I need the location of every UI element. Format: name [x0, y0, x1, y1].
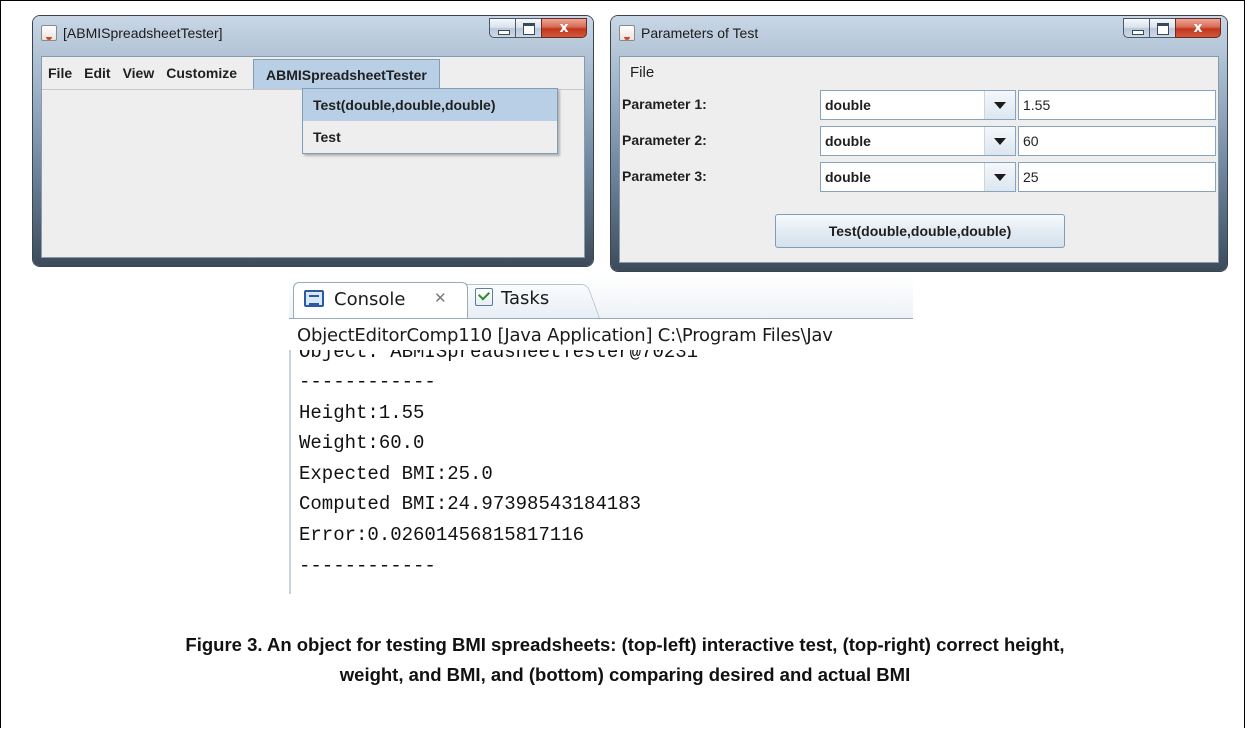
caption-line: weight, and BMI, and (bottom) comparing … [339, 664, 911, 685]
title-bar[interactable]: [ABMISpreadsheetTester] x [33, 16, 593, 50]
type-value: double [825, 133, 871, 149]
window-controls: x [1123, 18, 1221, 38]
dropdown-arrow-icon[interactable] [984, 127, 1015, 155]
maximize-button[interactable] [1149, 18, 1175, 38]
console-view: Tasks Console ✕ ObjectEditorComp110 [Jav… [289, 276, 913, 594]
tab-console-label: Console [334, 289, 406, 310]
close-button[interactable]: x [1175, 18, 1221, 38]
dropdown-arrow-icon[interactable] [984, 163, 1015, 191]
tab-tasks-label[interactable]: Tasks [501, 288, 549, 309]
console-line: Height:1.55 [299, 401, 425, 424]
maximize-button[interactable] [515, 18, 541, 38]
console-line: ------------ [299, 371, 436, 393]
parameter-label: Parameter 2: [622, 132, 707, 148]
java-icon [619, 25, 635, 41]
tab-bar: Tasks Console ✕ [289, 276, 913, 319]
menu-dropdown: Test(double,double,double) Test [302, 88, 558, 154]
close-icon: x [1193, 20, 1203, 36]
parameter-row: Parameter 2: double 60 [620, 125, 1218, 156]
menu-customize[interactable]: Customize [160, 57, 243, 89]
console-line: Expected BMI:25.0 [299, 462, 493, 485]
window-title: Parameters of Test [641, 25, 759, 41]
console-line: Computed BMI:24.97398543184183 [299, 493, 642, 516]
launch-description: ObjectEditorComp110 [Java Application] C… [297, 325, 833, 346]
java-icon [41, 25, 57, 41]
window-title: [ABMISpreadsheetTester] [63, 25, 223, 41]
parameter-input[interactable]: 60 [1018, 126, 1216, 156]
menu-view[interactable]: View [117, 57, 161, 89]
parameter-label: Parameter 3: [622, 168, 707, 184]
caption-line: Figure 3. An object for testing BMI spre… [185, 634, 1065, 655]
parameter-label: Parameter 1: [622, 96, 707, 112]
tester-window: [ABMISpreadsheetTester] x File Edit View… [33, 16, 593, 266]
parameter-input[interactable]: 25 [1018, 162, 1216, 192]
type-value: double [825, 169, 871, 185]
close-icon: x [559, 20, 569, 36]
console-output: Object: ABMISpreadsheetTester@70231 ----… [289, 350, 913, 594]
close-button[interactable]: x [541, 18, 587, 38]
type-value: double [825, 97, 871, 113]
console-line: Object: ABMISpreadsheetTester@70231 [299, 350, 699, 363]
figure-caption: Figure 3. An object for testing BMI spre… [30, 630, 1220, 690]
menu-item-test[interactable]: Test [303, 121, 557, 153]
close-icon[interactable]: ✕ [434, 289, 447, 307]
tab-console[interactable]: Console ✕ [293, 282, 468, 318]
type-select[interactable]: double [820, 90, 1016, 120]
menu-file[interactable]: File [620, 57, 1218, 89]
menu-bar: File [620, 57, 1218, 87]
console-line: ------------ [299, 554, 436, 577]
parameters-window: Parameters of Test x File Parameter 1: d… [611, 16, 1227, 271]
menu-abmi-spreadsheet-tester[interactable]: ABMISpreadsheetTester [253, 59, 440, 89]
dropdown-arrow-icon[interactable] [984, 91, 1015, 119]
window-client: File Edit View Customize ABMISpreadsheet… [41, 56, 585, 258]
type-select[interactable]: double [820, 162, 1016, 192]
window-client: File Parameter 1: double 1.55 Parameter … [619, 56, 1219, 263]
parameter-row: Parameter 1: double 1.55 [620, 89, 1218, 120]
menu-item-test-double[interactable]: Test(double,double,double) [303, 89, 557, 121]
parameter-row: Parameter 3: double 25 [620, 161, 1218, 192]
minimize-button[interactable] [489, 18, 515, 38]
menu-file[interactable]: File [42, 57, 78, 89]
parameter-input[interactable]: 1.55 [1018, 90, 1216, 120]
title-bar[interactable]: Parameters of Test x [611, 16, 1227, 50]
tasks-icon [475, 288, 493, 306]
console-line: Weight:60.0 [299, 432, 425, 455]
console-icon [304, 290, 324, 307]
menu-bar: File Edit View Customize ABMISpreadsheet… [42, 57, 584, 90]
test-button[interactable]: Test(double,double,double) [775, 214, 1065, 248]
menu-edit[interactable]: Edit [78, 57, 116, 89]
window-controls: x [489, 18, 587, 38]
type-select[interactable]: double [820, 126, 1016, 156]
console-line: Error:0.02601456815817116 [299, 523, 585, 546]
minimize-button[interactable] [1123, 18, 1149, 38]
